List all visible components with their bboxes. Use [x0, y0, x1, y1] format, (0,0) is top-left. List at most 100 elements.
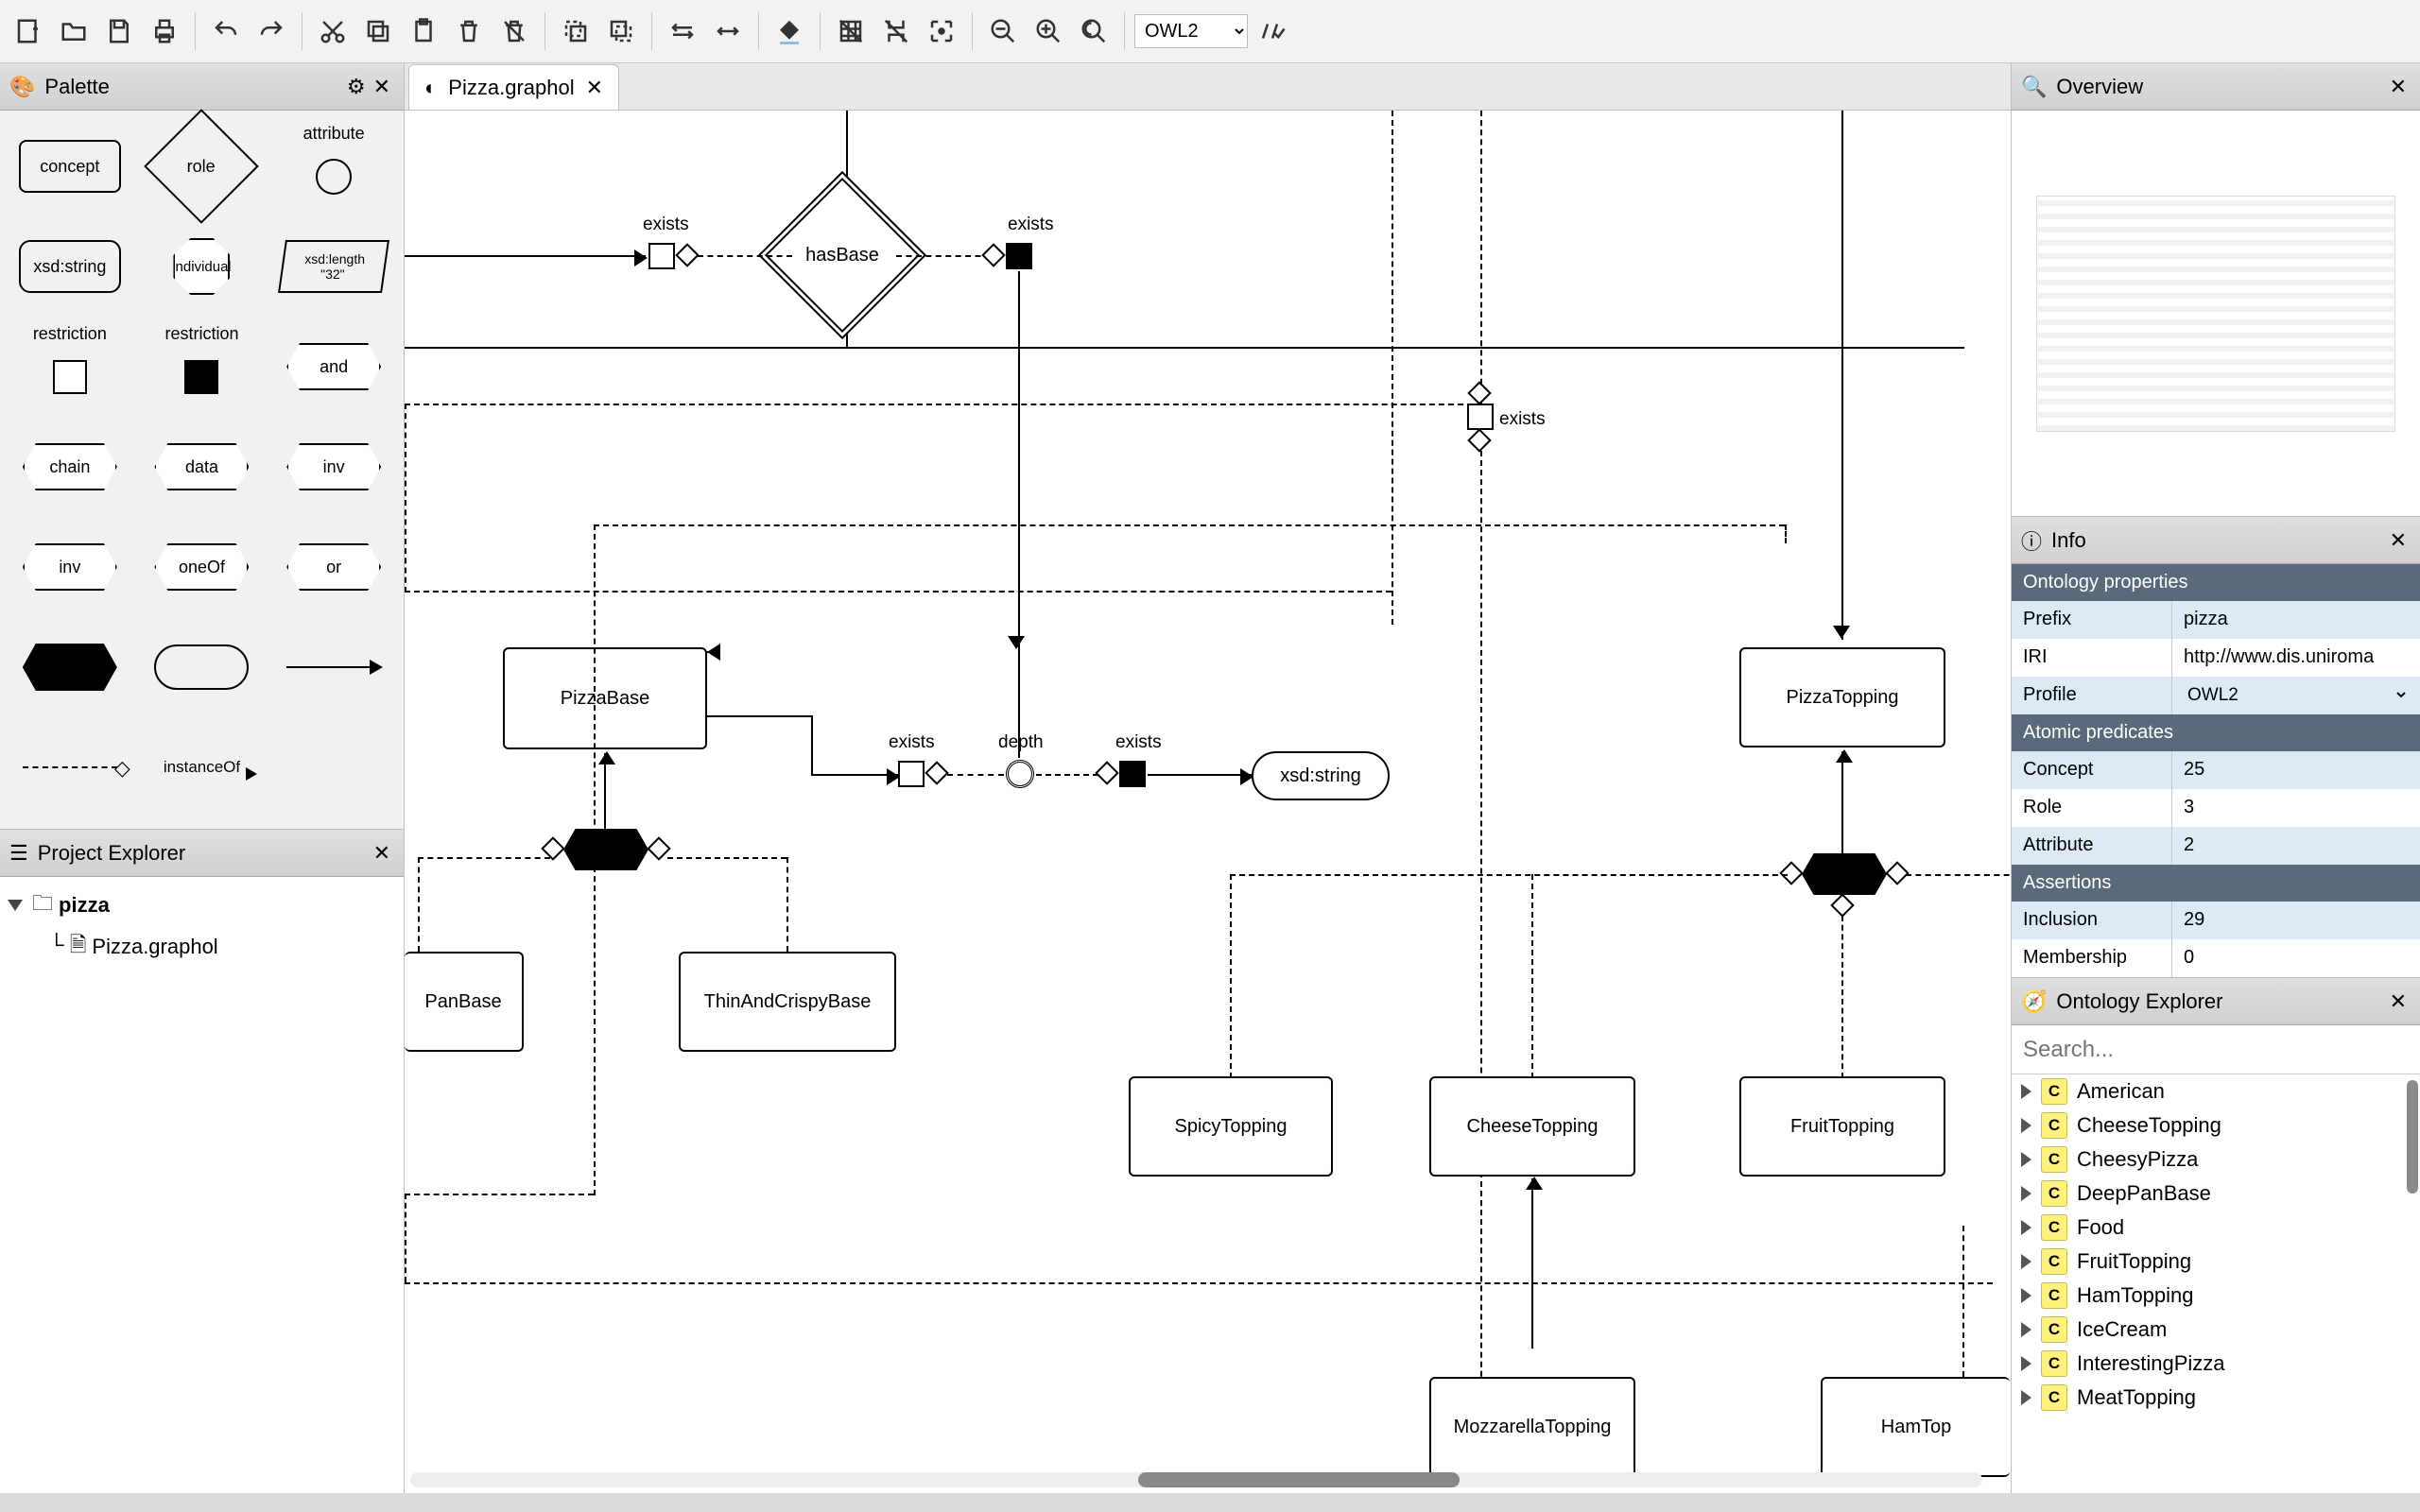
ontology-search-input[interactable] [2012, 1025, 2420, 1074]
zoom-in-button[interactable] [1028, 10, 1069, 52]
node-ThinAndCrispyBase[interactable]: ThinAndCrispyBase [679, 952, 896, 1052]
overview-minimap[interactable] [2012, 111, 2420, 517]
node-domain-restriction-3[interactable] [1467, 404, 1494, 430]
pal-concept[interactable]: concept [9, 124, 130, 209]
chevron-right-icon[interactable] [2021, 1288, 2031, 1303]
profile-select[interactable]: OWL2 [1134, 14, 1248, 48]
editor-tab[interactable]: ◐ Pizza.graphol ✕ [408, 64, 619, 110]
chevron-right-icon[interactable] [2021, 1390, 2031, 1405]
info-close-icon[interactable]: ✕ [2386, 528, 2411, 553]
bring-front-button[interactable] [555, 10, 596, 52]
center-button[interactable] [921, 10, 962, 52]
swap-h-button[interactable] [662, 10, 703, 52]
undo-button[interactable] [205, 10, 247, 52]
clear-button[interactable] [493, 10, 535, 52]
pal-pill[interactable] [142, 625, 263, 710]
chevron-right-icon[interactable] [2021, 1254, 2031, 1269]
zoom-out-button[interactable] [982, 10, 1024, 52]
project-file[interactable]: └ 🗎 Pizza.graphol [6, 926, 398, 968]
chevron-right-icon[interactable] [2021, 1152, 2031, 1167]
snap-button[interactable] [875, 10, 917, 52]
pal-instanceof-edge[interactable]: instanceOf [142, 725, 263, 810]
ontology-vscrollbar[interactable] [2407, 1080, 2418, 1194]
send-back-button[interactable] [600, 10, 642, 52]
save-button[interactable] [98, 10, 140, 52]
delete-button[interactable] [448, 10, 490, 52]
copy-button[interactable] [357, 10, 399, 52]
node-range-restriction-2[interactable] [1119, 761, 1146, 787]
chevron-right-icon[interactable] [2021, 1118, 2031, 1133]
palette-close-icon[interactable]: ✕ [370, 75, 394, 99]
chevron-right-icon[interactable] [2021, 1322, 2031, 1337]
ont-item[interactable]: CInterestingPizza [2012, 1347, 2420, 1381]
node-CheeseTopping[interactable]: CheeseTopping [1429, 1076, 1635, 1177]
node-FruitTopping[interactable]: FruitTopping [1739, 1076, 1945, 1177]
syntax-check-button[interactable] [1252, 10, 1293, 52]
ont-item[interactable]: CMeatTopping [2012, 1381, 2420, 1415]
overview-close-icon[interactable]: ✕ [2386, 75, 2411, 99]
pal-domain-restriction[interactable]: restriction [9, 324, 130, 409]
diagram-canvas[interactable]: hasBase exists exists PizzaBase [405, 111, 2011, 1493]
info-profile-select[interactable]: OWL2 [2184, 684, 2409, 706]
node-disjoint-union-2[interactable] [1802, 853, 1887, 895]
ont-item[interactable]: CFruitTopping [2012, 1245, 2420, 1279]
node-attribute-depth[interactable] [1006, 760, 1034, 788]
palette-settings-icon[interactable]: ⚙ [343, 75, 370, 99]
node-HamTopping[interactable]: HamTop [1821, 1377, 2010, 1477]
open-button[interactable] [53, 10, 95, 52]
project-explorer-close-icon[interactable]: ✕ [370, 841, 394, 866]
pal-attribute[interactable]: attribute [273, 124, 394, 209]
hscroll-thumb[interactable] [1138, 1472, 1460, 1487]
pal-inv2[interactable]: inv [9, 524, 130, 610]
node-domain-restriction-2[interactable] [898, 761, 925, 787]
ontology-list[interactable]: CAmerican CCheeseTopping CCheesyPizza CD… [2012, 1074, 2420, 1493]
tab-close-icon[interactable]: ✕ [586, 76, 603, 100]
pal-inclusion-edge[interactable] [273, 625, 394, 710]
ontology-explorer-close-icon[interactable]: ✕ [2386, 989, 2411, 1014]
node-PanBase[interactable]: PanBase [405, 952, 524, 1052]
paste-button[interactable] [403, 10, 444, 52]
print-button[interactable] [144, 10, 185, 52]
zoom-reset-button[interactable] [1073, 10, 1115, 52]
fill-color-button[interactable] [769, 10, 810, 52]
node-MozzarellaTopping[interactable]: MozzarellaTopping [1429, 1377, 1635, 1477]
node-PizzaBase[interactable]: PizzaBase [503, 647, 707, 749]
redo-button[interactable] [251, 10, 292, 52]
pal-range-restriction[interactable]: restriction [142, 324, 263, 409]
new-file-button[interactable] [8, 10, 49, 52]
node-range-restriction-1[interactable] [1006, 243, 1032, 269]
node-domain-restriction-1[interactable] [648, 243, 675, 269]
pal-role[interactable]: role [142, 124, 263, 209]
chevron-right-icon[interactable] [2021, 1186, 2031, 1201]
pal-or[interactable]: or [273, 524, 394, 610]
ont-item[interactable]: CHamTopping [2012, 1279, 2420, 1313]
chevron-right-icon[interactable] [2021, 1220, 2031, 1235]
pal-chain[interactable]: chain [9, 424, 130, 509]
pal-facet[interactable]: xsd:length"32" [273, 224, 394, 309]
pal-data[interactable]: data [142, 424, 263, 509]
pal-inv[interactable]: inv [273, 424, 394, 509]
ont-item[interactable]: CCheeseTopping [2012, 1108, 2420, 1143]
pal-black-hex[interactable] [9, 625, 130, 710]
pal-value-domain[interactable]: xsd:string [9, 224, 130, 309]
project-root[interactable]: 🗀 pizza [6, 885, 398, 926]
node-PizzaTopping[interactable]: PizzaTopping [1739, 647, 1945, 747]
pal-and[interactable]: and [273, 324, 394, 409]
pal-individual[interactable]: individual [142, 224, 263, 309]
ont-item[interactable]: CFood [2012, 1211, 2420, 1245]
canvas-hscrollbar[interactable] [410, 1472, 1982, 1487]
chevron-right-icon[interactable] [2021, 1084, 2031, 1099]
node-xsdstring[interactable]: xsd:string [1252, 751, 1390, 800]
cut-button[interactable] [312, 10, 354, 52]
node-SpicyTopping[interactable]: SpicyTopping [1129, 1076, 1333, 1177]
disclosure-icon[interactable] [8, 900, 23, 911]
resize-h-button[interactable] [707, 10, 749, 52]
ont-item[interactable]: CAmerican [2012, 1074, 2420, 1108]
ont-item[interactable]: CCheesyPizza [2012, 1143, 2420, 1177]
ont-item[interactable]: CIceCream [2012, 1313, 2420, 1347]
ont-item[interactable]: CDeepPanBase [2012, 1177, 2420, 1211]
node-disjoint-union-1[interactable] [563, 829, 648, 870]
chevron-right-icon[interactable] [2021, 1356, 2031, 1371]
grid-button[interactable] [830, 10, 872, 52]
pal-input-edge[interactable] [9, 725, 130, 810]
